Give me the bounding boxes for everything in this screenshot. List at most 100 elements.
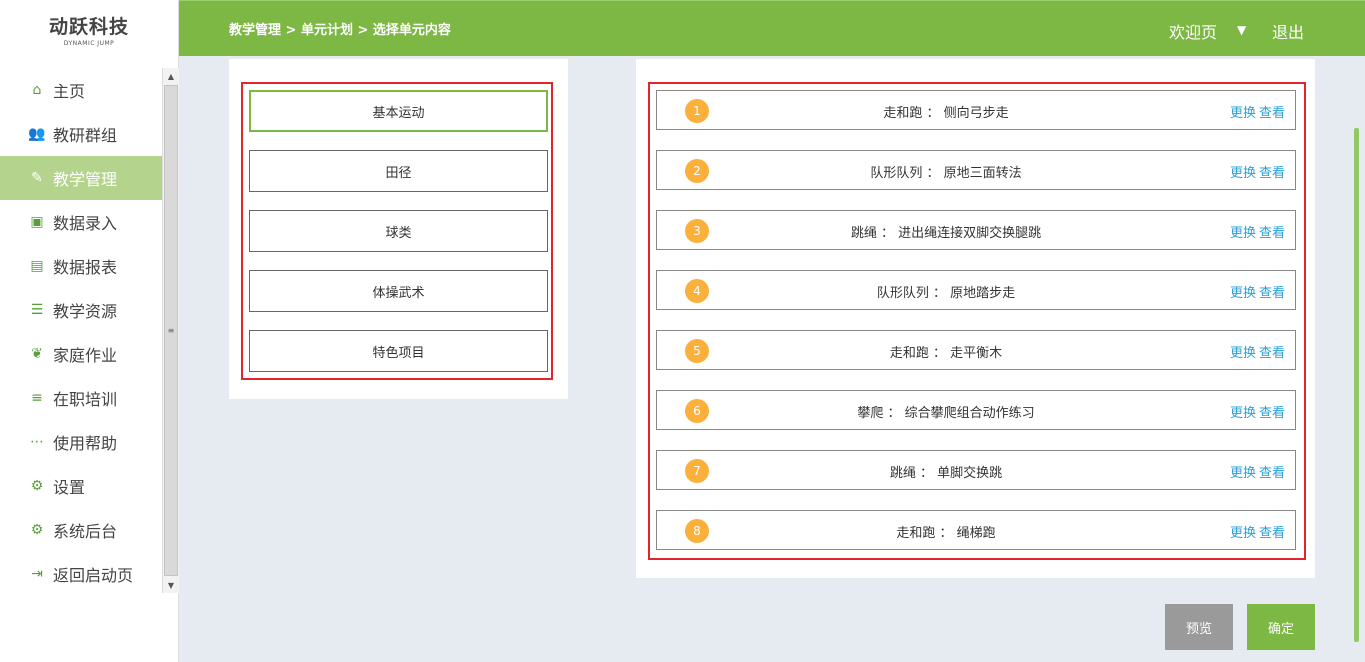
- sidebar-item-label: 使用帮助: [53, 434, 118, 453]
- sidebar-scrollbar[interactable]: ▲ ≡ ▼: [162, 68, 179, 593]
- sidebar-item-label: 数据报表: [53, 258, 118, 277]
- content-row: 3 跳绳 ： 进出绳连接双脚交换腿跳 更换 查看: [656, 210, 1296, 250]
- sidebar-item[interactable]: ❦ 家庭作业: [0, 332, 162, 376]
- home-icon: ⌂: [32, 82, 42, 98]
- report-icon: ▤: [30, 258, 44, 274]
- sidebar-item[interactable]: ☰ 教学资源: [0, 288, 162, 332]
- confirm-button[interactable]: 确定: [1247, 604, 1315, 650]
- view-link[interactable]: 查看: [1259, 526, 1285, 541]
- users-icon: 👥: [28, 126, 46, 142]
- caret-down-icon[interactable]: ▼: [1237, 23, 1246, 37]
- sidebar-item[interactable]: 👥 教研群组: [0, 112, 162, 156]
- sidebar-item[interactable]: ⋯ 使用帮助: [0, 420, 162, 464]
- content-row: 8 走和跑 ： 绳梯跑 更换 查看: [656, 510, 1296, 550]
- category-button[interactable]: 体操武术: [249, 270, 548, 312]
- edit-icon: ✎: [31, 170, 43, 186]
- number-badge: 6: [685, 399, 709, 423]
- sidebar-item-label: 系统后台: [53, 522, 118, 541]
- view-link[interactable]: 查看: [1259, 286, 1285, 301]
- row-actions: 更换 查看: [1227, 462, 1285, 481]
- number-badge: 4: [685, 279, 709, 303]
- scroll-up-arrow-icon[interactable]: ▲: [163, 68, 179, 84]
- replace-link[interactable]: 更换: [1230, 226, 1256, 241]
- replace-link[interactable]: 更换: [1230, 286, 1256, 301]
- category-button[interactable]: 球类: [249, 210, 548, 252]
- monitor-icon: ▣: [30, 214, 44, 230]
- replace-link[interactable]: 更换: [1230, 406, 1256, 421]
- sidebar-item-label: 在职培训: [53, 390, 118, 409]
- category-list: 基本运动田径球类体操武术特色项目: [241, 82, 553, 380]
- row-actions: 更换 查看: [1227, 282, 1285, 301]
- content-title: 走和跑 ： 走平衡木: [889, 346, 1003, 361]
- row-actions: 更换 查看: [1227, 402, 1285, 421]
- content-row: 5 走和跑 ： 走平衡木 更换 查看: [656, 330, 1296, 370]
- content-title: 走和跑 ： 侧向弓步走: [883, 106, 1009, 121]
- sidebar-item-label: 教学管理: [53, 170, 118, 189]
- scroll-thumb[interactable]: ≡: [164, 85, 178, 576]
- category-button[interactable]: 基本运动: [249, 90, 548, 132]
- view-link[interactable]: 查看: [1259, 166, 1285, 181]
- row-actions: 更换 查看: [1227, 522, 1285, 541]
- number-badge: 3: [685, 219, 709, 243]
- number-badge: 2: [685, 159, 709, 183]
- row-actions: 更换 查看: [1227, 162, 1285, 181]
- logout-link[interactable]: 退出: [1272, 19, 1304, 43]
- category-button[interactable]: 田径: [249, 150, 548, 192]
- view-link[interactable]: 查看: [1259, 226, 1285, 241]
- sidebar-item[interactable]: ⚙ 设置: [0, 464, 162, 508]
- sidebar-item[interactable]: ✎ 教学管理: [0, 156, 162, 200]
- welcome-link[interactable]: 欢迎页: [1169, 19, 1217, 43]
- replace-link[interactable]: 更换: [1230, 106, 1256, 121]
- logo: 动跃科技 DYNAMIC JUMP: [0, 0, 178, 58]
- content-row: 4 队形队列 ： 原地踏步走 更换 查看: [656, 270, 1296, 310]
- number-badge: 1: [685, 99, 709, 123]
- category-button[interactable]: 特色项目: [249, 330, 548, 372]
- sidebar-item[interactable]: ⚙ 系统后台: [0, 508, 162, 552]
- replace-link[interactable]: 更换: [1230, 466, 1256, 481]
- breadcrumb: 教学管理 > 单元计划 > 选择单元内容: [229, 23, 451, 38]
- content-title: 队形队列 ： 原地三面转法: [870, 166, 1022, 181]
- content-title: 跳绳 ： 进出绳连接双脚交换腿跳: [850, 226, 1042, 241]
- preview-button[interactable]: 预览: [1165, 604, 1233, 650]
- content-title: 走和跑 ： 绳梯跑: [896, 526, 996, 541]
- row-actions: 更换 查看: [1227, 342, 1285, 361]
- page-scrollbar[interactable]: [1354, 128, 1359, 642]
- help-icon: ⋯: [30, 434, 44, 450]
- scroll-down-arrow-icon[interactable]: ▼: [163, 577, 179, 593]
- content-row: 7 跳绳 ： 单脚交换跳 更换 查看: [656, 450, 1296, 490]
- view-link[interactable]: 查看: [1259, 406, 1285, 421]
- training-icon: ≡: [31, 390, 43, 406]
- gear-icon: ⚙: [30, 522, 44, 538]
- replace-link[interactable]: 更换: [1230, 526, 1256, 541]
- sidebar-item-label: 教学资源: [53, 302, 118, 321]
- sidebar-item[interactable]: ▣ 数据录入: [0, 200, 162, 244]
- top-header: 教学管理 > 单元计划 > 选择单元内容 欢迎页 ▼ 退出: [179, 0, 1365, 56]
- sidebar-item-label: 数据录入: [53, 214, 118, 233]
- content-title: 攀爬 ： 综合攀爬组合动作练习: [857, 406, 1035, 421]
- content-row: 2 队形队列 ： 原地三面转法 更换 查看: [656, 150, 1296, 190]
- logo-text: 动跃科技: [48, 15, 129, 38]
- sidebar: 动跃科技 DYNAMIC JUMP ⌂ 主页 👥 教研群组 ✎ 教学管理 ▣ 数据录入 ▤ 数据报…: [0, 0, 179, 662]
- view-link[interactable]: 查看: [1259, 346, 1285, 361]
- content-list: 1 走和跑 ： 侧向弓步走 更换 查看 2 队形队列 ： 原地三面转法 更换 查看 3 跳绳 ： …: [648, 82, 1306, 560]
- content-panel: 1 走和跑 ： 侧向弓步走 更换 查看 2 队形队列 ： 原地三面转法 更换 查看 3 跳绳 ： …: [636, 59, 1315, 578]
- replace-link[interactable]: 更换: [1230, 346, 1256, 361]
- sidebar-item-label: 返回启动页: [53, 566, 134, 585]
- sidebar-item-label: 主页: [53, 82, 86, 101]
- number-badge: 8: [685, 519, 709, 543]
- sidebar-item[interactable]: ⇥ 返回启动页: [0, 552, 162, 596]
- sidebar-item[interactable]: ≡ 在职培训: [0, 376, 162, 420]
- logo-subtext: DYNAMIC JUMP: [63, 39, 115, 47]
- sidebar-item[interactable]: ▤ 数据报表: [0, 244, 162, 288]
- sidebar-item-label: 家庭作业: [53, 346, 118, 365]
- gear-icon: ⚙: [30, 478, 44, 494]
- view-link[interactable]: 查看: [1259, 466, 1285, 481]
- replace-link[interactable]: 更换: [1230, 166, 1256, 181]
- leaf-icon: ❦: [31, 346, 43, 362]
- view-link[interactable]: 查看: [1259, 106, 1285, 121]
- content-row: 1 走和跑 ： 侧向弓步走 更换 查看: [656, 90, 1296, 130]
- sidebar-item[interactable]: ⌂ 主页: [0, 68, 162, 112]
- number-badge: 5: [685, 339, 709, 363]
- content-title: 跳绳 ： 单脚交换跳: [889, 466, 1003, 481]
- row-actions: 更换 查看: [1227, 102, 1285, 121]
